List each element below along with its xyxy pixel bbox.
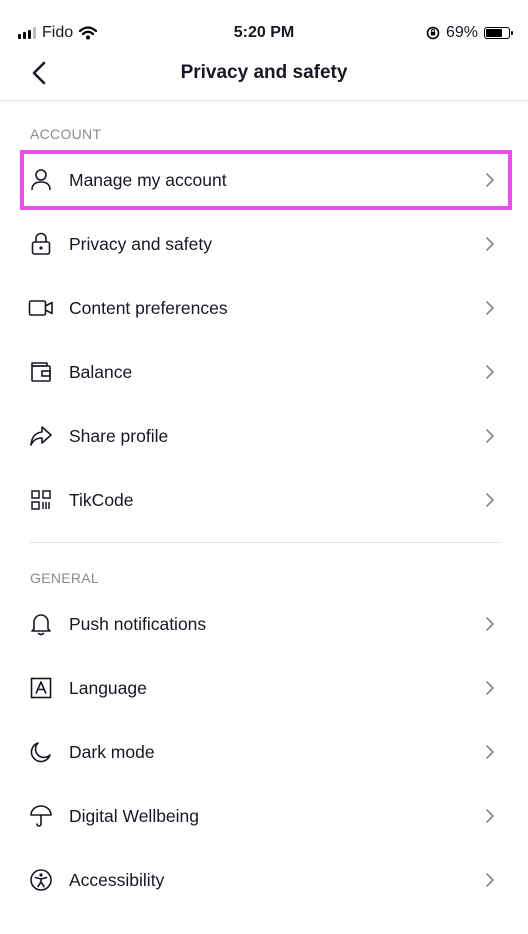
menu-item-label: Share profile — [69, 425, 169, 446]
page-title: Privacy and safety — [180, 62, 348, 83]
chevron-right-icon — [486, 493, 494, 507]
menu-item-label: TikCode — [69, 489, 134, 510]
section-header-general: GENERAL — [30, 570, 100, 586]
orientation-lock-icon — [426, 26, 440, 40]
section-header-account: ACCOUNT — [30, 126, 102, 142]
chevron-right-icon — [486, 173, 494, 187]
menu-item-content-preferences[interactable]: Content preferences — [20, 276, 512, 340]
chevron-right-icon — [486, 745, 494, 759]
chevron-right-icon — [486, 365, 494, 379]
menu-item-label: Balance — [69, 361, 133, 382]
chevron-right-icon — [486, 429, 494, 443]
back-button[interactable] — [24, 58, 54, 88]
menu-item-manage-account[interactable]: Manage my account — [20, 148, 512, 212]
video-camera-icon — [28, 295, 54, 321]
person-icon — [28, 167, 54, 193]
menu-item-accessibility[interactable]: Accessibility — [20, 848, 512, 912]
chevron-right-icon — [486, 873, 494, 887]
menu-item-balance[interactable]: Balance — [20, 340, 512, 404]
umbrella-icon — [28, 803, 54, 829]
menu-item-label: Language — [69, 677, 147, 698]
moon-icon — [28, 739, 54, 765]
share-arrow-icon — [28, 423, 54, 449]
menu-item-digital-wellbeing[interactable]: Digital Wellbeing — [20, 784, 512, 848]
menu-item-privacy-safety[interactable]: Privacy and safety — [20, 212, 512, 276]
menu-item-language[interactable]: Language — [20, 656, 512, 720]
menu-item-share-profile[interactable]: Share profile — [20, 404, 512, 468]
menu-item-label: Push notifications — [69, 613, 207, 634]
language-icon — [28, 675, 54, 701]
chevron-right-icon — [486, 237, 494, 251]
menu-item-push-notifications[interactable]: Push notifications — [20, 592, 512, 656]
section-divider — [30, 542, 500, 543]
nav-bar: Privacy and safety — [0, 46, 528, 101]
menu-item-label: Accessibility — [69, 869, 165, 890]
lock-icon — [28, 231, 54, 257]
menu-item-label: Content preferences — [69, 297, 228, 318]
menu-item-label: Privacy and safety — [69, 233, 212, 254]
bell-icon — [28, 611, 54, 637]
menu-item-label: Manage my account — [69, 169, 227, 190]
battery-icon — [484, 27, 513, 39]
battery-percent: 69% — [445, 24, 478, 41]
status-right: 69% — [426, 24, 513, 42]
chevron-right-icon — [486, 617, 494, 631]
chevron-left-icon — [32, 61, 46, 85]
wallet-icon — [28, 359, 54, 385]
menu-item-label: Dark mode — [69, 741, 155, 762]
menu-item-tikcode[interactable]: TikCode — [20, 468, 512, 532]
qr-code-icon — [28, 487, 54, 513]
menu-item-label: Digital Wellbeing — [69, 805, 200, 826]
chevron-right-icon — [486, 681, 494, 695]
chevron-right-icon — [486, 301, 494, 315]
menu-item-dark-mode[interactable]: Dark mode — [20, 720, 512, 784]
chevron-right-icon — [486, 809, 494, 823]
accessibility-icon — [28, 867, 54, 893]
